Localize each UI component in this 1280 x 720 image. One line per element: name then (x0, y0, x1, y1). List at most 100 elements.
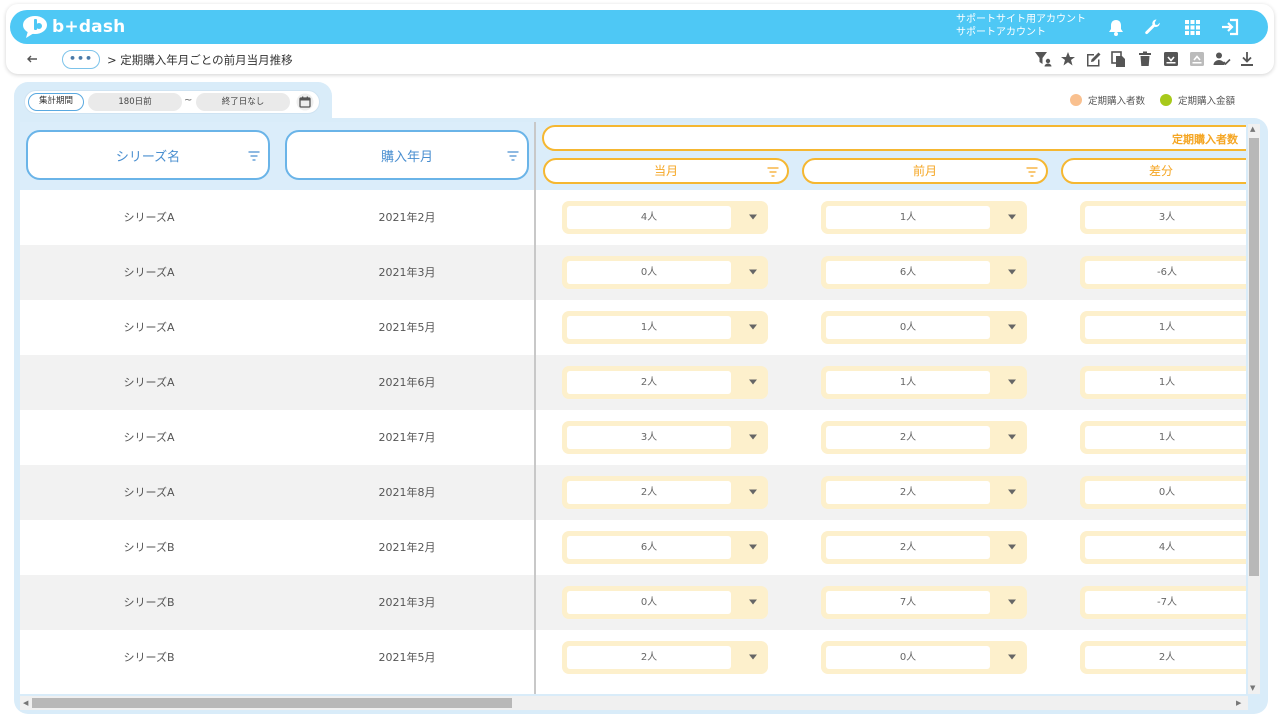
table-row[interactable]: シリーズA 2021年8月 2人 2人 0人 (20, 465, 1246, 520)
legend-item-amount[interactable]: 定期購入金額 (1160, 93, 1235, 107)
cell-prev[interactable]: 1人 (821, 366, 1027, 399)
cell-prev[interactable]: 0人 (821, 641, 1027, 674)
logout-icon[interactable] (1220, 17, 1240, 37)
caret-down-icon[interactable] (1007, 268, 1017, 276)
caret-down-icon[interactable] (1007, 653, 1017, 661)
caret-down-icon[interactable] (1007, 488, 1017, 496)
caret-down-icon[interactable] (748, 268, 758, 276)
cell-current[interactable]: 2人 (562, 476, 768, 509)
period-label-chip[interactable]: 集計期間 (28, 93, 84, 111)
caret-down-icon[interactable] (1007, 378, 1017, 386)
table-row[interactable]: シリーズA 2021年5月 1人 0人 1人 (20, 300, 1246, 355)
filter-icon[interactable] (248, 151, 260, 161)
filter-icon[interactable] (767, 167, 779, 177)
table-row[interactable]: シリーズA 2021年2月 4人 1人 3人 (20, 190, 1246, 245)
scroll-right-arrow-icon[interactable]: ▶ (1236, 699, 1241, 707)
cell-diff[interactable]: 1人 (1080, 421, 1246, 454)
cell-prev[interactable]: 2人 (821, 531, 1027, 564)
filter-icon[interactable] (507, 151, 519, 161)
cell-diff[interactable]: 1人 (1080, 366, 1246, 399)
cell-current-value: 1人 (567, 316, 731, 339)
scroll-up-arrow-icon[interactable]: ▲ (1250, 125, 1255, 133)
caret-down-icon[interactable] (748, 378, 758, 386)
caret-down-icon[interactable] (748, 323, 758, 331)
cell-series: シリーズA (123, 321, 175, 334)
column-header-series[interactable]: シリーズ名 (26, 130, 270, 180)
caret-down-icon[interactable] (1007, 543, 1017, 551)
archive-icon[interactable] (1162, 50, 1180, 68)
user-check-icon[interactable] (1213, 50, 1231, 68)
table-row[interactable]: シリーズA 2021年7月 3人 2人 1人 (20, 410, 1246, 465)
cell-prev[interactable]: 2人 (821, 476, 1027, 509)
download-icon[interactable] (1238, 50, 1256, 68)
column-header-prev[interactable]: 前月 (802, 158, 1048, 184)
calendar-icon[interactable] (296, 93, 314, 111)
caret-down-icon[interactable] (748, 653, 758, 661)
caret-down-icon[interactable] (748, 488, 758, 496)
cell-prev-value: 1人 (826, 371, 990, 394)
breadcrumb-more-button[interactable]: ••• (62, 50, 100, 69)
cell-current[interactable]: 2人 (562, 366, 768, 399)
grid-icon[interactable] (1182, 17, 1202, 37)
unarchive-icon[interactable] (1188, 50, 1206, 68)
period-tilde: ~ (184, 95, 193, 106)
caret-down-icon[interactable] (1007, 323, 1017, 331)
table-row[interactable]: シリーズB 2021年5月 2人 0人 2人 (20, 630, 1246, 685)
caret-down-icon[interactable] (748, 433, 758, 441)
logo[interactable]: b+dash (22, 14, 125, 40)
cell-diff[interactable]: 3人 (1080, 201, 1246, 234)
table-row[interactable]: シリーズB 2021年2月 6人 2人 4人 (20, 520, 1246, 575)
caret-down-icon[interactable] (1007, 213, 1017, 221)
legend-label-count: 定期購入者数 (1088, 96, 1146, 107)
cell-prev[interactable]: 0人 (821, 311, 1027, 344)
star-icon[interactable] (1059, 50, 1077, 68)
column-header-month[interactable]: 購入年月 (285, 130, 529, 180)
scroll-left-arrow-icon[interactable]: ◀ (23, 699, 28, 707)
horizontal-scroll-thumb[interactable] (32, 698, 512, 708)
cell-diff-value: -7人 (1085, 591, 1246, 614)
table-row[interactable]: シリーズB 2021年3月 0人 7人 -7人 (20, 575, 1246, 630)
cell-prev[interactable]: 6人 (821, 256, 1027, 289)
vertical-scroll-thumb[interactable] (1249, 138, 1259, 576)
cell-current[interactable]: 0人 (562, 256, 768, 289)
cell-prev[interactable]: 2人 (821, 421, 1027, 454)
column-header-diff[interactable]: 差分 (1061, 158, 1246, 184)
caret-down-icon[interactable] (748, 598, 758, 606)
cell-current[interactable]: 2人 (562, 641, 768, 674)
bell-icon[interactable] (1106, 17, 1126, 37)
cell-diff[interactable]: -6人 (1080, 256, 1246, 289)
table-row[interactable]: シリーズA 2021年6月 2人 1人 1人 (20, 355, 1246, 410)
cell-current-value: 3人 (567, 426, 731, 449)
filter-icon[interactable] (1026, 167, 1038, 177)
cell-current[interactable]: 4人 (562, 201, 768, 234)
wrench-icon[interactable] (1143, 17, 1163, 37)
cell-prev[interactable]: 1人 (821, 201, 1027, 234)
cell-current[interactable]: 0人 (562, 586, 768, 619)
scroll-down-arrow-icon[interactable]: ▼ (1250, 684, 1255, 692)
cell-current[interactable]: 1人 (562, 311, 768, 344)
caret-down-icon[interactable] (748, 543, 758, 551)
caret-down-icon[interactable] (748, 213, 758, 221)
cell-diff-value: 4人 (1085, 536, 1246, 559)
period-from-field[interactable]: 180日前 (88, 93, 182, 111)
back-arrow-icon[interactable] (24, 51, 40, 67)
cell-diff[interactable]: 0人 (1080, 476, 1246, 509)
caret-down-icon[interactable] (1007, 598, 1017, 606)
cell-current[interactable]: 6人 (562, 531, 768, 564)
account-info[interactable]: サポートサイト用アカウント サポートアカウント (956, 13, 1086, 39)
column-header-current[interactable]: 当月 (543, 158, 789, 184)
edit-icon[interactable] (1084, 50, 1102, 68)
copy-icon[interactable] (1110, 50, 1128, 68)
period-to-field[interactable]: 終了日なし (196, 93, 290, 111)
caret-down-icon[interactable] (1007, 433, 1017, 441)
cell-diff[interactable]: -7人 (1080, 586, 1246, 619)
trash-icon[interactable] (1136, 50, 1154, 68)
cell-diff[interactable]: 4人 (1080, 531, 1246, 564)
legend-item-count[interactable]: 定期購入者数 (1070, 93, 1145, 107)
cell-prev[interactable]: 7人 (821, 586, 1027, 619)
filter-person-icon[interactable] (1034, 50, 1052, 68)
cell-diff[interactable]: 1人 (1080, 311, 1246, 344)
cell-current[interactable]: 3人 (562, 421, 768, 454)
cell-diff[interactable]: 2人 (1080, 641, 1246, 674)
table-row[interactable]: シリーズA 2021年3月 0人 6人 -6人 (20, 245, 1246, 300)
